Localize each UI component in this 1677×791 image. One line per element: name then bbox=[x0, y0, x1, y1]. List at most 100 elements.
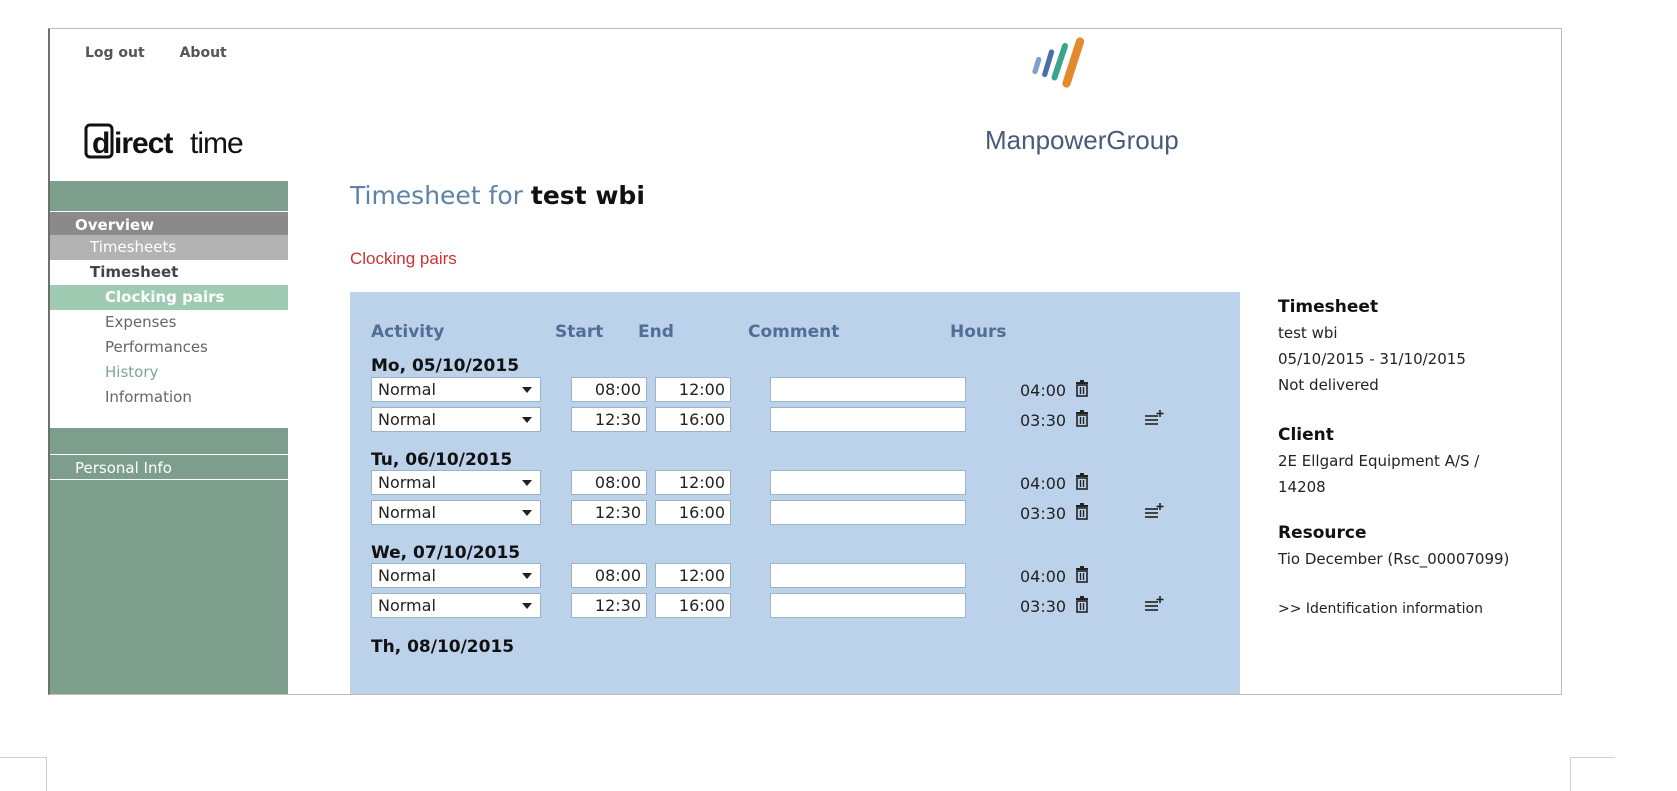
trash-icon[interactable] bbox=[1075, 380, 1089, 397]
sidebar-item-expenses[interactable]: Expenses bbox=[50, 310, 288, 335]
client-heading: Client bbox=[1278, 425, 1334, 445]
page-title-name: test wbi bbox=[530, 181, 645, 210]
start-time-input[interactable]: 12:30 bbox=[571, 407, 647, 432]
trash-icon[interactable] bbox=[1075, 566, 1089, 583]
activity-value: Normal bbox=[378, 473, 436, 492]
svg-text:time: time bbox=[190, 127, 243, 160]
logout-link[interactable]: Log out bbox=[85, 45, 145, 61]
column-header-comment: Comment bbox=[748, 322, 840, 342]
end-time-input[interactable]: 12:00 bbox=[655, 563, 731, 588]
top-links: Log out About bbox=[85, 45, 257, 61]
activity-value: Normal bbox=[378, 596, 436, 615]
sidebar-item-timesheet[interactable]: Timesheet bbox=[50, 260, 288, 285]
day-label: Th, 08/10/2015 bbox=[371, 637, 515, 657]
page-title: Timesheet for test wbi bbox=[350, 181, 645, 210]
sidebar-submenu: Timesheets Timesheet Clocking pairs Expe… bbox=[50, 235, 288, 428]
manpowergroup-logo-text: ManpowerGroup bbox=[985, 125, 1179, 155]
comment-input[interactable] bbox=[770, 500, 966, 525]
day-label: We, 07/10/2015 bbox=[371, 543, 521, 563]
chevron-down-icon bbox=[522, 603, 532, 609]
directtime-logo-mark: d irect time bbox=[84, 123, 244, 160]
sidebar-item-performances[interactable]: Performances bbox=[50, 335, 288, 360]
svg-text:d: d bbox=[92, 127, 109, 160]
section-title: Clocking pairs bbox=[350, 249, 457, 268]
activity-value: Normal bbox=[378, 380, 436, 399]
page-corner-left-edge bbox=[0, 757, 47, 791]
start-time-input[interactable]: 08:00 bbox=[571, 470, 647, 495]
identification-info-link[interactable]: >> Identification information bbox=[1278, 596, 1509, 622]
start-time-input[interactable]: 12:30 bbox=[571, 593, 647, 618]
column-header-hours: Hours bbox=[950, 322, 1007, 342]
sidebar-item-personal-info[interactable]: Personal Info bbox=[50, 454, 288, 480]
client-value-line2: 14208 bbox=[1278, 478, 1326, 496]
resource-value: Tio December (Rsc_00007099) bbox=[1278, 550, 1510, 568]
column-header-start: Start bbox=[555, 322, 604, 342]
resource-heading: Resource bbox=[1278, 523, 1367, 543]
timesheet-status: Not delivered bbox=[1278, 376, 1379, 394]
page-corner-right-edge bbox=[1570, 757, 1571, 791]
page-title-prefix: Timesheet for bbox=[350, 181, 523, 210]
comment-input[interactable] bbox=[770, 470, 966, 495]
chevron-down-icon bbox=[522, 510, 532, 516]
trash-icon[interactable] bbox=[1075, 410, 1089, 427]
column-header-end: End bbox=[638, 322, 674, 342]
about-link[interactable]: About bbox=[180, 45, 227, 61]
chevron-down-icon bbox=[522, 387, 532, 393]
end-time-input[interactable]: 16:00 bbox=[655, 407, 731, 432]
sidebar-item-history[interactable]: History bbox=[50, 360, 288, 385]
hours-value: 04:00 bbox=[1020, 567, 1067, 586]
timesheet-heading: Timesheet bbox=[1278, 297, 1379, 317]
clocking-pairs-panel: Activity Start End Comment Hours Mo, 05/… bbox=[350, 292, 1240, 694]
info-panel: Timesheet test wbi 05/10/2015 - 31/10/20… bbox=[1278, 294, 1509, 622]
trash-icon[interactable] bbox=[1075, 596, 1089, 613]
activity-select[interactable]: Normal bbox=[371, 377, 541, 402]
comment-input[interactable] bbox=[770, 563, 966, 588]
hours-value: 03:30 bbox=[1020, 411, 1067, 430]
svg-text:irect: irect bbox=[114, 127, 173, 160]
timesheet-name: test wbi bbox=[1278, 324, 1338, 342]
hours-value: 04:00 bbox=[1020, 474, 1067, 493]
trash-icon[interactable] bbox=[1075, 503, 1089, 520]
app-window: Log out About d irect time Overview Time… bbox=[48, 28, 1562, 695]
client-value-line1: 2E Ellgard Equipment A/S / bbox=[1278, 452, 1480, 470]
start-time-input[interactable]: 08:00 bbox=[571, 377, 647, 402]
activity-select[interactable]: Normal bbox=[371, 470, 541, 495]
page-corner-right bbox=[1570, 757, 1615, 758]
add-row-icon[interactable] bbox=[1144, 410, 1164, 426]
end-time-input[interactable]: 12:00 bbox=[655, 377, 731, 402]
hours-value: 03:30 bbox=[1020, 504, 1067, 523]
trash-icon[interactable] bbox=[1075, 473, 1089, 490]
sidebar-item-timesheets[interactable]: Timesheets bbox=[50, 235, 288, 260]
hours-value: 04:00 bbox=[1020, 381, 1067, 400]
manpowergroup-logo-mark bbox=[1032, 37, 1085, 88]
activity-value: Normal bbox=[378, 503, 436, 522]
add-row-icon[interactable] bbox=[1144, 596, 1164, 612]
comment-input[interactable] bbox=[770, 593, 966, 618]
activity-select[interactable]: Normal bbox=[371, 500, 541, 525]
sidebar: Overview Timesheets Timesheet Clocking p… bbox=[50, 181, 288, 694]
add-row-icon[interactable] bbox=[1144, 503, 1164, 519]
end-time-input[interactable]: 12:00 bbox=[655, 470, 731, 495]
start-time-input[interactable]: 12:30 bbox=[571, 500, 647, 525]
activity-select[interactable]: Normal bbox=[371, 563, 541, 588]
activity-value: Normal bbox=[378, 566, 436, 585]
start-time-input[interactable]: 08:00 bbox=[571, 563, 647, 588]
end-time-input[interactable]: 16:00 bbox=[655, 593, 731, 618]
comment-input[interactable] bbox=[770, 407, 966, 432]
activity-select[interactable]: Normal bbox=[371, 593, 541, 618]
sidebar-item-overview[interactable]: Overview bbox=[50, 211, 288, 235]
sidebar-item-clocking-pairs[interactable]: Clocking pairs bbox=[50, 285, 288, 310]
end-time-input[interactable]: 16:00 bbox=[655, 500, 731, 525]
sidebar-item-information[interactable]: Information bbox=[50, 385, 288, 410]
activity-value: Normal bbox=[378, 410, 436, 429]
timesheet-period: 05/10/2015 - 31/10/2015 bbox=[1278, 350, 1466, 368]
activity-select[interactable]: Normal bbox=[371, 407, 541, 432]
column-header-activity: Activity bbox=[371, 322, 445, 342]
chevron-down-icon bbox=[522, 480, 532, 486]
hours-value: 03:30 bbox=[1020, 597, 1067, 616]
comment-input[interactable] bbox=[770, 377, 966, 402]
chevron-down-icon bbox=[522, 417, 532, 423]
